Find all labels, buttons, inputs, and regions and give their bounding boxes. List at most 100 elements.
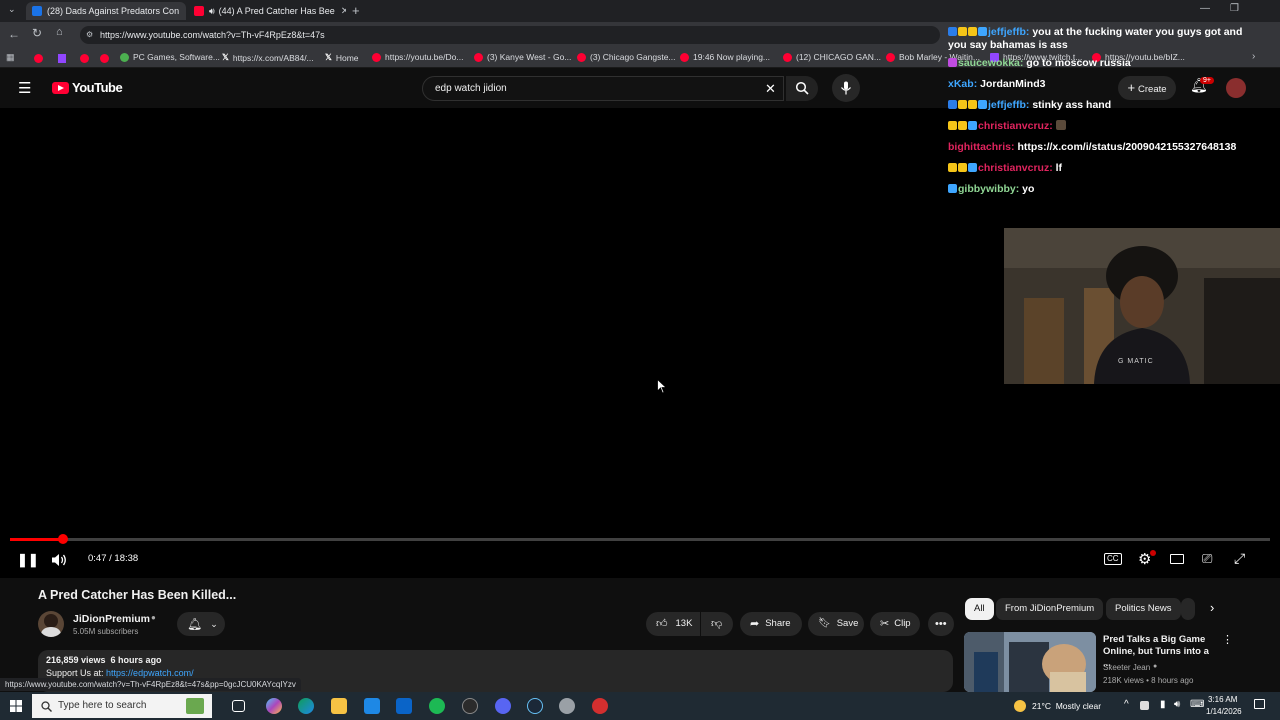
chip-overflow[interactable] (1181, 598, 1195, 620)
browser-tab-2[interactable]: 🔊︎ (44) A Pred Catcher Has Bee ✕ (188, 2, 346, 20)
description-link[interactable]: https://edpwatch.com/ (106, 668, 194, 678)
subtitles-icon[interactable]: CC (1104, 553, 1122, 565)
weather-text[interactable]: 21°C Mostly clear (1032, 701, 1101, 711)
recommended-channel[interactable]: Skeeter Jean (1103, 663, 1150, 672)
bookmark-item[interactable]: (3) Chicago Gangste... (577, 52, 676, 62)
chat-badge-icon (968, 163, 977, 172)
youtube-bookmark-icon[interactable] (34, 54, 43, 63)
pause-icon[interactable]: ❚❚ (17, 552, 39, 568)
recording-app-icon[interactable] (592, 698, 608, 714)
close-tab-icon[interactable]: ✕ (179, 6, 186, 17)
bookmark-item[interactable]: https://youtu.be/Do... (372, 52, 463, 62)
network-icon[interactable]: ▮ (1160, 699, 1166, 710)
video-progress-bar[interactable] (10, 534, 1270, 544)
voice-search-button[interactable] (832, 74, 860, 102)
recommended-thumbnail[interactable] (964, 632, 1096, 692)
bookmark-item[interactable]: (12) CHICAGO GAN... (783, 52, 881, 62)
media-app-icon[interactable] (462, 698, 478, 714)
bookmark-item[interactable]: (3) Kanye West - Go... (474, 52, 571, 62)
youtube-bookmark-icon[interactable] (100, 54, 109, 63)
file-explorer-icon[interactable] (331, 698, 347, 714)
input-method-icon[interactable]: ⌨ (1190, 699, 1204, 710)
task-view-icon[interactable] (232, 700, 245, 712)
copilot-app-icon[interactable] (266, 698, 282, 714)
subscribed-notifications-button[interactable]: 🔔︎ ⌄ (177, 612, 225, 636)
edge-app-icon[interactable] (298, 698, 314, 714)
obs-app-icon[interactable] (559, 698, 575, 714)
address-bar[interactable]: ⚙ https://www.youtube.com/watch?v=Th-vF4… (80, 26, 940, 44)
chat-username: jeffjeffb (988, 26, 1026, 38)
windows-taskbar: Type here to search 21°C Mostly clear ^ … (0, 692, 1280, 720)
description-line: Support Us at: https://edpwatch.com/ (46, 668, 194, 678)
volume-icon[interactable] (51, 553, 67, 567)
tab-title: (28) Dads Against Predators Con (47, 6, 180, 16)
youtube-favicon-icon (194, 6, 204, 16)
like-button[interactable]: 👍︎ 13K (646, 612, 700, 636)
bookmark-item[interactable]: PC Games, Software... (120, 52, 220, 62)
video-title: A Pred Catcher Has Been Killed... (38, 588, 237, 602)
reload-icon[interactable]: ↻ (32, 26, 42, 40)
search-highlight-icon (186, 698, 204, 714)
chip-politics-news[interactable]: Politics News (1106, 598, 1181, 620)
site-info-icon[interactable]: ⚙ (86, 26, 93, 44)
youtube-bookmark-icon[interactable] (80, 54, 89, 63)
share-button[interactable]: ➦ Share (740, 612, 802, 636)
browser-tab-strip: ⌄ (28) Dads Against Predators Con ✕ 🔊︎ (… (0, 0, 1280, 22)
chip-from-channel[interactable]: From JiDionPremium (996, 598, 1104, 620)
chat-badge-icon (958, 100, 967, 109)
chips-next-chevron-icon[interactable]: › (1210, 600, 1214, 615)
save-button[interactable]: 🔖︎ Save (808, 612, 864, 636)
tab-title: (44) A Pred Catcher Has Bee (218, 6, 335, 16)
bookmark-item[interactable]: 𝕏https://x.com/AB84/... (222, 52, 314, 63)
tab-list-chevron-icon[interactable]: ⌄ (8, 4, 16, 15)
bookmark-item[interactable]: 𝕏 Home (325, 52, 359, 63)
mail-app-icon[interactable] (396, 698, 412, 714)
more-actions-button[interactable]: ••• (928, 612, 954, 636)
recommended-more-icon[interactable]: ⋮ (1222, 633, 1233, 646)
browser-tab-1[interactable]: (28) Dads Against Predators Con ✕ (26, 2, 186, 20)
progress-scrubber-handle[interactable] (57, 534, 68, 544)
cast-icon[interactable]: ⎚ (1202, 551, 1212, 567)
tray-chevron-icon[interactable]: ^ (1124, 699, 1129, 710)
scissors-icon: ✂ (880, 618, 890, 630)
tray-app-icon[interactable] (1140, 701, 1149, 710)
clip-button[interactable]: ✂ Clip (870, 612, 920, 636)
windows-start-icon[interactable] (10, 700, 22, 712)
new-tab-icon[interactable]: + (352, 3, 360, 18)
restore-icon[interactable]: ❐ (1230, 3, 1239, 14)
chip-all[interactable]: All (965, 598, 994, 620)
like-count: 13K (675, 618, 693, 629)
dislike-button[interactable]: 👎︎ (701, 612, 733, 636)
close-tab-icon[interactable]: ✕ (335, 6, 346, 17)
notification-center-icon[interactable] (1254, 699, 1265, 709)
speaker-icon[interactable]: 🔊︎ (1174, 699, 1180, 710)
store-app-icon[interactable] (364, 698, 380, 714)
twitch-bookmark-icon[interactable] (58, 54, 66, 63)
minimize-icon[interactable]: — (1200, 3, 1210, 14)
theater-mode-icon[interactable] (1170, 554, 1184, 564)
youtube-logo[interactable]: YouTube (52, 80, 123, 95)
clock-time[interactable]: 3:16 AM (1208, 695, 1237, 704)
fullscreen-icon[interactable]: ⤢ (1234, 550, 1245, 567)
home-icon[interactable]: ⌂ (56, 26, 63, 38)
channel-avatar[interactable] (38, 611, 64, 637)
taskbar-search-input[interactable]: Type here to search (32, 694, 212, 718)
bell-icon: 🔔︎ (187, 617, 203, 631)
cam-watermark-text: G MATIC (1118, 358, 1154, 365)
youtube-favicon-icon (783, 52, 792, 62)
search-button[interactable] (786, 76, 818, 101)
clock-date[interactable]: 1/14/2026 (1206, 707, 1242, 716)
chat-badge-icon (948, 58, 957, 67)
chat-username: christianvcruz (978, 162, 1050, 174)
back-icon[interactable]: ← (8, 27, 20, 41)
bookmark-item[interactable]: 19:46 Now playing... (680, 52, 770, 62)
steam-app-icon[interactable] (527, 698, 543, 714)
discord-app-icon[interactable] (495, 698, 511, 714)
search-input[interactable]: edp watch jidion ✕ (422, 76, 784, 101)
menu-icon[interactable]: ☰ (18, 79, 31, 97)
spotify-app-icon[interactable] (429, 698, 445, 714)
channel-name[interactable]: JiDionPremium (73, 613, 150, 625)
apps-grid-icon[interactable]: ▦ (6, 52, 15, 63)
youtube-favicon-icon (474, 52, 483, 62)
clear-search-icon[interactable]: ✕ (765, 77, 776, 100)
